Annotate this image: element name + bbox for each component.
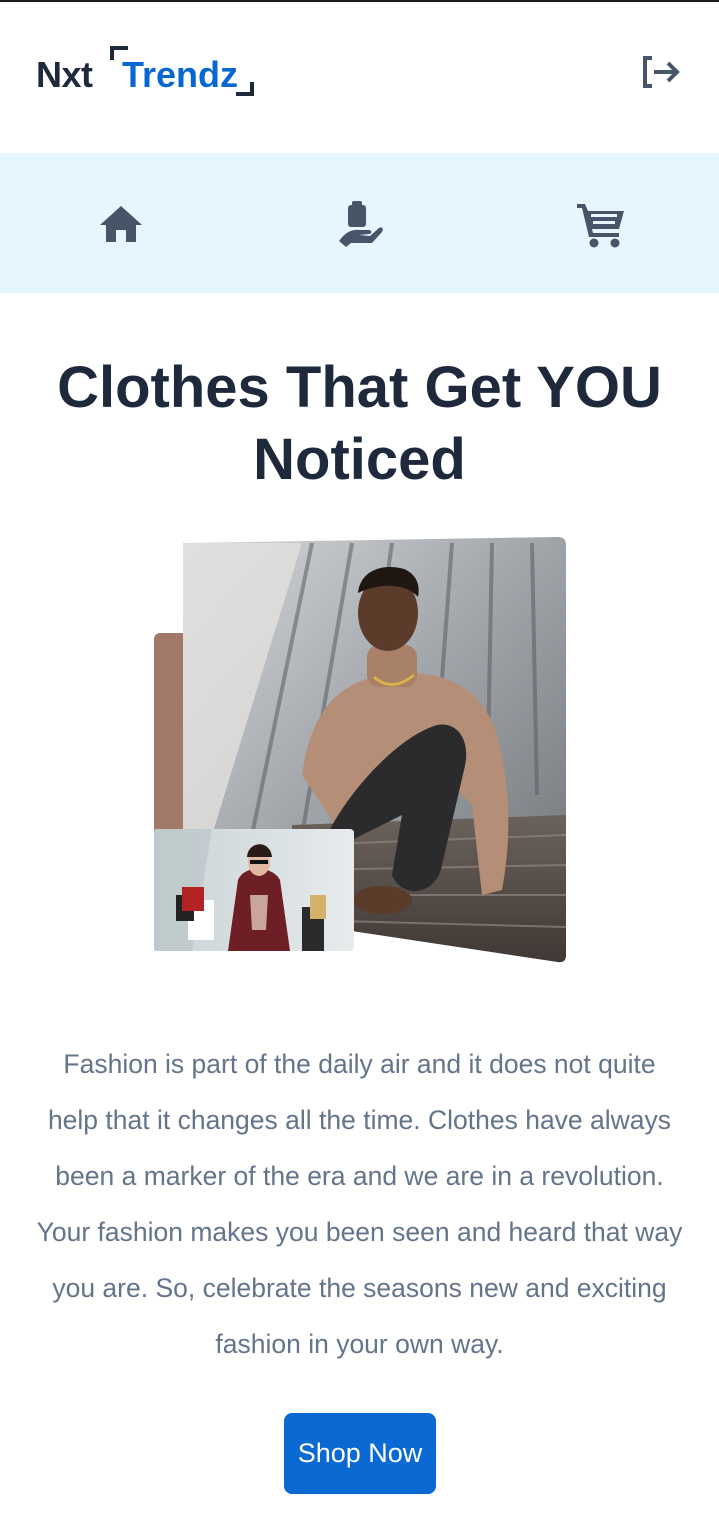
nav-home[interactable]	[96, 199, 146, 249]
shop-now-button[interactable]: Shop Now	[284, 1413, 436, 1494]
hero-image-collage	[152, 535, 570, 967]
hero-illustration	[154, 537, 567, 963]
products-icon	[339, 201, 383, 247]
nav-products[interactable]	[335, 199, 385, 249]
nxt-trendz-logo[interactable]: Nxt Trendz	[36, 46, 266, 102]
page-headline: Clothes That Get YOU Noticed	[57, 355, 662, 492]
logo-prefix: Nxt	[36, 54, 93, 95]
app-header: Nxt Trendz	[0, 2, 719, 153]
logo-bracket-bottom-right	[236, 82, 254, 96]
bottom-nav-bar	[0, 153, 719, 293]
home-icon	[100, 206, 142, 242]
logout-button[interactable]	[640, 54, 682, 90]
nav-cart[interactable]	[575, 199, 625, 249]
hero-description: Fashion is part of the daily air and it …	[36, 1049, 683, 1359]
logo-suffix: Trendz	[122, 54, 239, 95]
logout-icon	[643, 56, 680, 88]
cart-icon	[577, 204, 624, 248]
